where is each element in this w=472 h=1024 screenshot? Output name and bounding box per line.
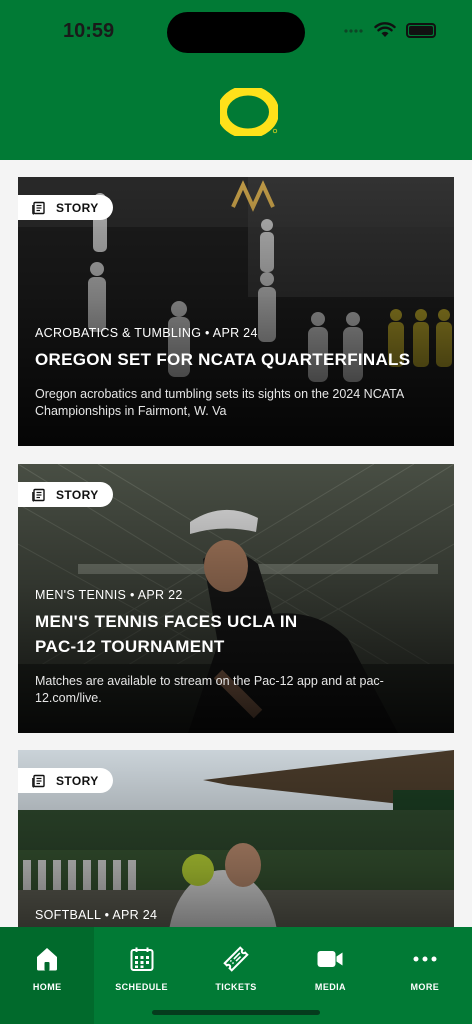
- story-meta: MEN'S TENNIS • APR 22: [35, 588, 183, 602]
- app-header: 10:59: [0, 0, 472, 160]
- newspaper-icon: [32, 201, 45, 215]
- home-indicator: [152, 1010, 320, 1015]
- story-meta: ACROBATICS & TUMBLING • APR 24: [35, 326, 258, 340]
- tab-schedule-label: SCHEDULE: [115, 982, 168, 992]
- story-badge-label: STORY: [56, 200, 99, 215]
- tab-more[interactable]: MORE: [378, 927, 472, 1024]
- news-feed[interactable]: STORY ACROBATICS & TUMBLING • APR 24 ORE…: [0, 160, 472, 927]
- signal-icon: [344, 29, 363, 33]
- story-badge-label: STORY: [56, 773, 99, 788]
- story-badge: STORY: [18, 482, 113, 507]
- battery-icon: [406, 22, 436, 38]
- video-camera-icon: [317, 951, 343, 967]
- home-icon: [37, 948, 58, 971]
- ticket-icon: [223, 946, 249, 972]
- tab-more-label: MORE: [410, 982, 440, 992]
- story-badge: STORY: [18, 768, 113, 793]
- more-dots-icon: [413, 956, 437, 962]
- story-title[interactable]: OREGON SET FOR NCATA QUARTERFINALS: [35, 347, 437, 372]
- story-description: Oregon acrobatics and tumbling sets its …: [35, 387, 405, 418]
- tab-tickets-label: TICKETS: [215, 982, 257, 992]
- newspaper-icon: [32, 488, 45, 502]
- story-card-acrobatics[interactable]: STORY ACROBATICS & TUMBLING • APR 24 ORE…: [18, 177, 454, 446]
- oregon-o-logo-icon: [220, 88, 278, 136]
- story-card-softball[interactable]: STORY SOFTBALL • APR 24: [18, 750, 454, 927]
- status-icons: [344, 22, 436, 38]
- calendar-icon: [130, 947, 154, 971]
- story-card-mens-tennis[interactable]: STORY MEN'S TENNIS • APR 22 MEN'S TENNIS…: [18, 464, 454, 733]
- tab-home[interactable]: HOME: [0, 927, 95, 1024]
- tab-media-label: MEDIA: [314, 982, 346, 992]
- newspaper-icon: [32, 774, 45, 788]
- tab-home-label: HOME: [32, 982, 62, 992]
- story-description: Matches are available to stream on the P…: [35, 674, 384, 705]
- story-title[interactable]: MEN'S TENNIS FACES UCLA IN PAC-12 TOURNA…: [35, 609, 437, 659]
- status-time: 10:59: [63, 20, 115, 42]
- story-badge-label: STORY: [56, 487, 99, 502]
- story-meta: SOFTBALL • APR 24: [35, 908, 158, 922]
- dynamic-island: [167, 12, 305, 53]
- story-badge: STORY: [18, 195, 113, 220]
- wifi-icon: [374, 22, 396, 37]
